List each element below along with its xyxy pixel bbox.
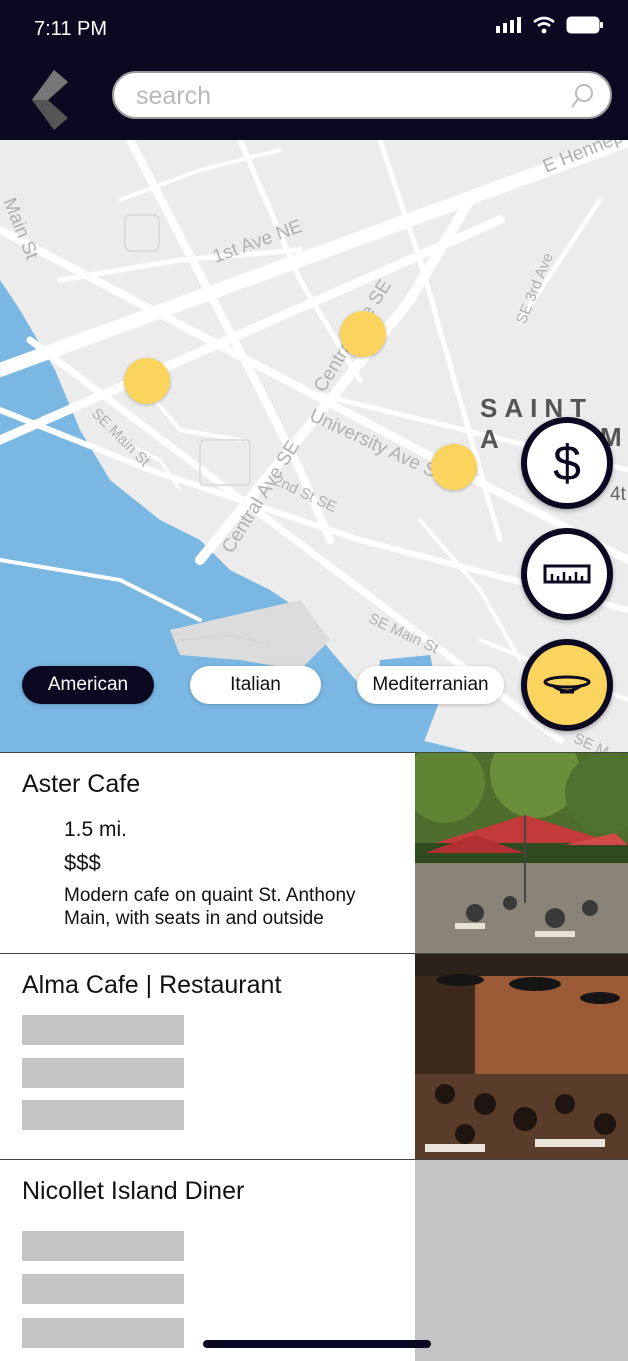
- restaurant-name: Aster Cafe: [22, 770, 141, 798]
- map[interactable]: 1st Ave NE E Hennepin Main St Central Av…: [0, 140, 628, 752]
- back-button[interactable]: [28, 70, 80, 130]
- restaurant-description: Modern cafe on quaint St. Anthony Main, …: [64, 885, 356, 929]
- dollar-icon: $: [553, 435, 581, 491]
- distance-filter-button[interactable]: [521, 528, 613, 620]
- restaurant-photo: [415, 753, 628, 954]
- cuisine-chip-american[interactable]: American: [22, 666, 154, 704]
- restaurant-card[interactable]: Alma Cafe | Restaurant: [0, 953, 628, 1160]
- home-indicator[interactable]: [203, 1340, 431, 1348]
- dish-icon: [543, 675, 591, 694]
- restaurant-pin[interactable]: [124, 358, 170, 404]
- restaurant-name: Alma Cafe | Restaurant: [22, 971, 282, 999]
- placeholder-line: [22, 1100, 184, 1130]
- price-filter-button[interactable]: $: [521, 417, 613, 509]
- restaurant-distance: 1.5 mi.: [64, 818, 128, 841]
- placeholder-line: [22, 1058, 184, 1088]
- restaurant-pin[interactable]: [431, 444, 477, 490]
- placeholder-line: [22, 1318, 184, 1348]
- restaurant-card[interactable]: Nicollet Island Diner: [0, 1159, 628, 1361]
- back-chevron-icon: [32, 70, 68, 130]
- street-label: 4t: [610, 484, 626, 505]
- signal-icon: [496, 17, 521, 33]
- search-icon[interactable]: [570, 83, 594, 109]
- placeholder-line: [22, 1274, 184, 1304]
- status-time: 7:11 PM: [34, 18, 107, 40]
- wifi-icon: [533, 16, 555, 34]
- ruler-icon: [543, 564, 591, 584]
- placeholder-line: [22, 1231, 184, 1261]
- header: [0, 62, 628, 140]
- search-input[interactable]: [134, 73, 558, 119]
- status-bar: 7:11 PM: [0, 0, 628, 62]
- battery-icon: [566, 16, 603, 34]
- cuisine-chip-italian[interactable]: Italian: [190, 666, 321, 704]
- placeholder-line: [22, 1015, 184, 1045]
- restaurant-pin[interactable]: [340, 311, 386, 357]
- restaurant-price: $$$: [64, 850, 101, 875]
- restaurant-name: Nicollet Island Diner: [22, 1177, 245, 1205]
- cuisine-chip-mediterranian[interactable]: Mediterranian: [357, 666, 504, 704]
- restaurant-card[interactable]: Aster Cafe 1.5 mi. $$$ Modern cafe on qu…: [0, 752, 628, 954]
- status-icons: [496, 16, 604, 34]
- search-bar[interactable]: [112, 71, 612, 119]
- restaurant-photo-placeholder: [415, 1160, 628, 1361]
- cuisine-filter-button[interactable]: [521, 639, 613, 731]
- restaurant-photo: [415, 954, 628, 1160]
